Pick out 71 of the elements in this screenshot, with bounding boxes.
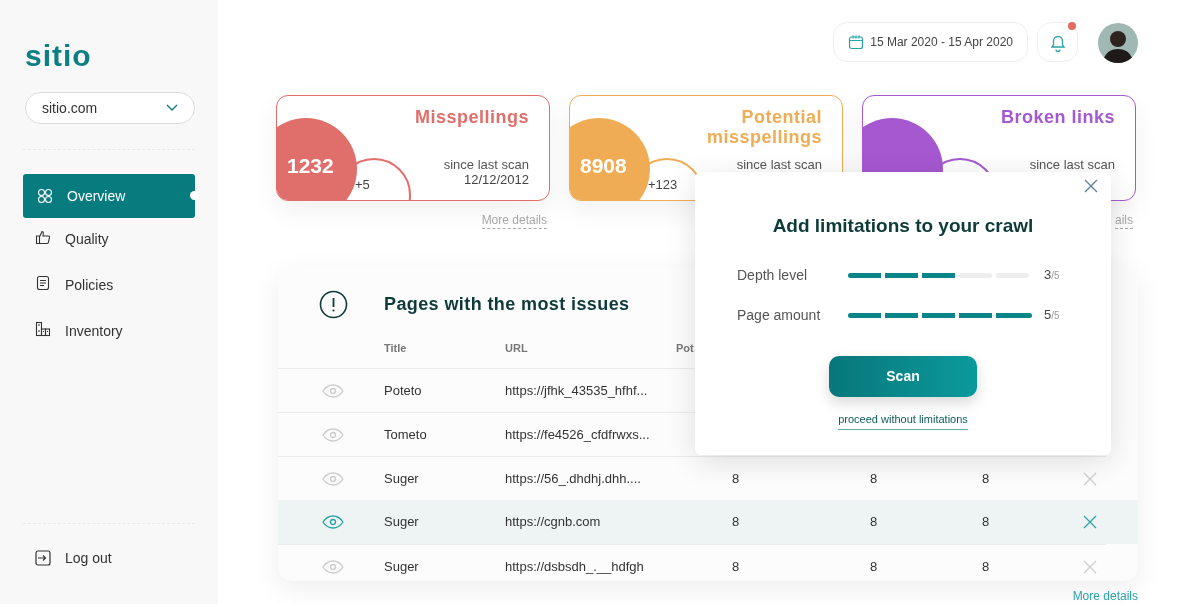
date-range-button[interactable]: 15 Mar 2020 - 15 Apr 2020 — [833, 22, 1028, 62]
table-cell: 8 — [870, 558, 878, 574]
count-value: 8908 — [580, 153, 627, 179]
table-cell-text: https://56_.dhdhj.dhh.... — [505, 469, 642, 488]
table-cell-text: Suger — [384, 469, 420, 488]
nav-item[interactable]: Quality — [23, 221, 195, 266]
table-cell: 8 — [870, 470, 878, 486]
table-cell: 8 — [732, 470, 740, 486]
table-cell-text: https://cgnb.com — [505, 513, 602, 532]
nav-item[interactable]: Policies — [23, 267, 195, 312]
column-header: Pot — [676, 341, 694, 354]
calendar-icon — [848, 34, 865, 50]
close-icon[interactable] — [1083, 515, 1097, 529]
card-title: Broken links — [999, 107, 1115, 127]
table-cell-text: Tometo — [384, 425, 428, 444]
table-cell-text: https://dsbsdh_.__hdfgh — [505, 557, 645, 576]
table-row[interactable]: Suger https://cgnb.com 8 8 8 — [278, 500, 1138, 544]
close-icon[interactable] — [1083, 559, 1097, 574]
close-icon[interactable] — [1083, 471, 1097, 486]
proceed-link[interactable]: proceed without limitations — [838, 410, 968, 430]
logout-icon — [35, 550, 51, 566]
active-indicator — [190, 191, 199, 200]
setting-label: Page amount — [737, 305, 822, 325]
eye-icon[interactable] — [322, 515, 344, 529]
nav-item[interactable]: Inventory — [23, 313, 195, 358]
level-value: 3/5 — [1044, 266, 1060, 285]
since-label: since last scan — [736, 156, 822, 174]
column-header: Title — [384, 341, 407, 354]
chevron-down-icon — [166, 104, 178, 112]
logout-button[interactable]: Log out — [23, 546, 195, 570]
table-cell-text: https://jfhk_43535_hfhf... — [505, 381, 649, 400]
delta-value: +5 — [355, 176, 370, 194]
close-icon — [1084, 179, 1098, 193]
table-cell: 8 — [870, 514, 878, 530]
table-row[interactable]: Suger https://dsbsdh_.__hdfgh 8 8 8 — [278, 544, 1106, 581]
eye-icon[interactable] — [322, 559, 344, 574]
site-dropdown[interactable]: sitio.com — [25, 92, 195, 124]
table-cell: 8 — [982, 514, 990, 530]
level-value: 5/5 — [1044, 306, 1060, 325]
eye-icon[interactable] — [322, 471, 344, 486]
eye-icon[interactable] — [322, 383, 344, 398]
table-cell: 8 — [982, 558, 990, 574]
nav-icon — [35, 321, 51, 337]
table-title: Pages with the most issues — [384, 293, 630, 314]
modal-title: Add limitations to your crawl — [772, 214, 1034, 238]
table-cell-text: https://fe4526_cfdfrwxs... — [505, 425, 651, 444]
card-title: Misspellings — [413, 107, 529, 127]
table-cell: 8 — [732, 514, 740, 530]
count-value: 1232 — [287, 153, 334, 179]
alert-icon — [318, 289, 348, 319]
table-cell-text: Suger — [384, 557, 420, 576]
avatar[interactable] — [1098, 23, 1138, 63]
notifications-button[interactable] — [1037, 22, 1078, 62]
level-meter[interactable] — [848, 312, 1032, 318]
table-cell-text: Suger — [384, 513, 420, 532]
table-cell-text: Poteto — [384, 381, 423, 400]
column-header: URL — [505, 341, 528, 354]
table-cell: 8 — [732, 558, 740, 574]
scan-date: 12/12/2012 — [463, 171, 529, 189]
nav-icon — [35, 275, 51, 291]
scan-button[interactable]: Scan — [829, 355, 977, 397]
table-cell: 8 — [982, 470, 990, 486]
delta-value: +123 — [648, 176, 678, 194]
setting-label: Depth level — [737, 265, 809, 285]
logo: sitio — [25, 37, 92, 74]
eye-icon[interactable] — [322, 427, 344, 442]
card-title: Potential misspellings — [705, 107, 822, 147]
nav-icon — [37, 188, 53, 204]
since-label: since last scan — [443, 156, 529, 174]
since-label: since last scan — [1029, 156, 1115, 174]
nav-icon — [35, 229, 51, 245]
